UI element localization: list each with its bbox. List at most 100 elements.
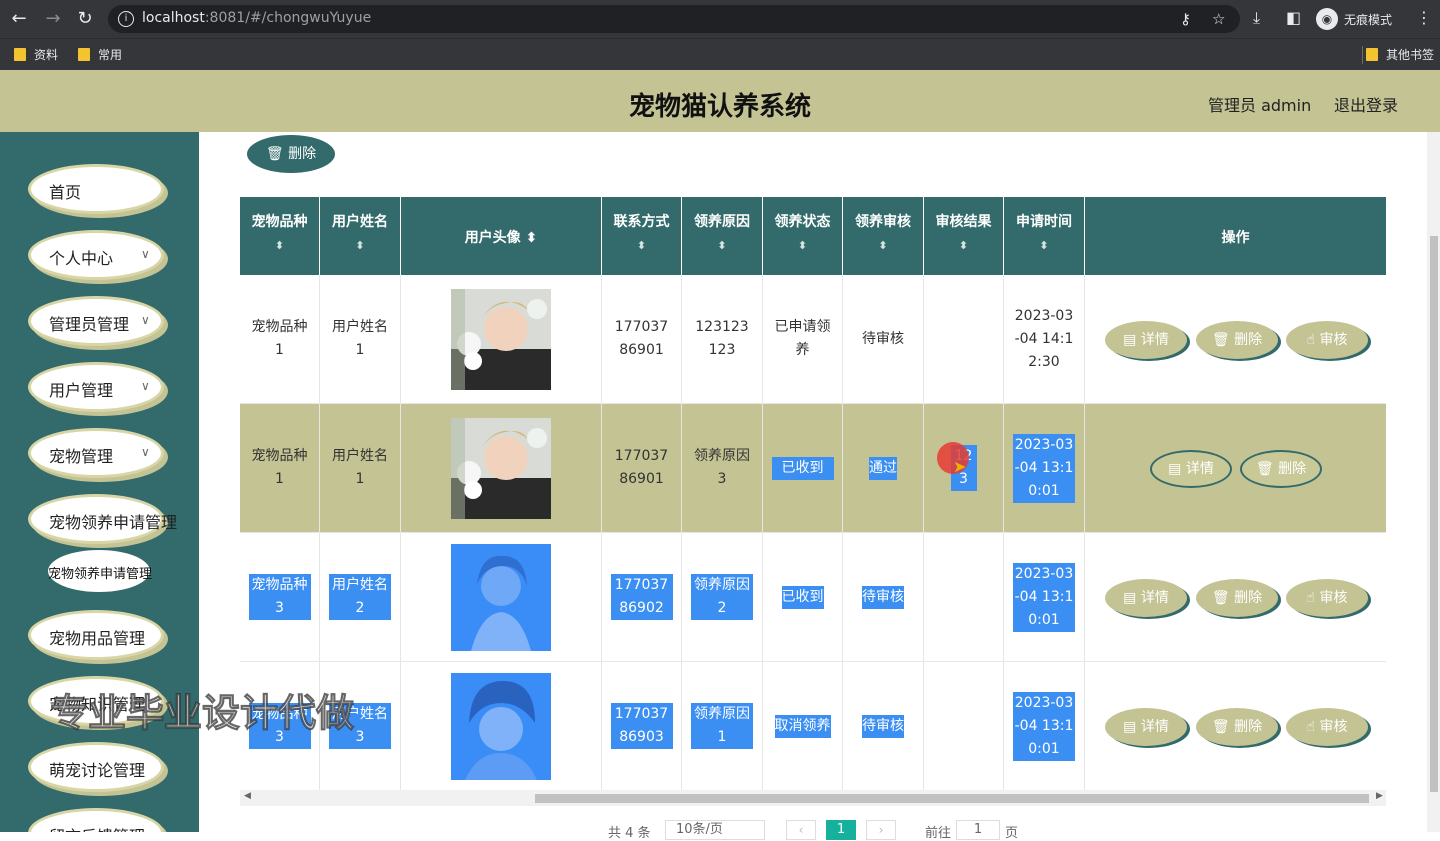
column-header: 操作	[1221, 230, 1250, 246]
table-row[interactable]: 宠物品种3 用户姓名2 17703786902 领养原因2 已收到 待审核 20…	[240, 533, 1386, 662]
cell-phone: 17703786903	[602, 662, 682, 790]
cell-status: 取消领养	[763, 662, 843, 790]
prev-page-button[interactable]: ‹	[786, 820, 816, 840]
next-page-button[interactable]: ›	[866, 820, 896, 840]
cell-name: 用户姓名1	[320, 404, 401, 532]
delete-button[interactable]: 🗑 删除	[1196, 579, 1278, 617]
cell-status: 已收到	[763, 533, 843, 661]
key-icon[interactable]: ⚷	[1180, 10, 1191, 28]
column-header[interactable]: 领养状态 ⬍	[763, 197, 843, 275]
table-row[interactable]: 宠物品种1 用户姓名1 17703786901 领养原因3 已收到 通过 123…	[240, 404, 1386, 533]
forward-icon[interactable]: →	[42, 8, 64, 30]
cell-result	[924, 662, 1004, 790]
column-header[interactable]: 联系方式 ⬍	[602, 197, 682, 275]
back-icon[interactable]: ←	[8, 8, 30, 30]
site-info-icon[interactable]: i	[118, 11, 134, 27]
cell-name: 用户姓名2	[320, 533, 401, 661]
column-header[interactable]: 审核结果 ⬍	[924, 197, 1004, 275]
document-icon: ▤	[1123, 590, 1137, 606]
sidebar-item-pets[interactable]: 宠物管理 ∨	[28, 428, 164, 478]
bookmark-folder-ziliao[interactable]: 资料	[14, 46, 58, 63]
scroll-thumb[interactable]	[535, 794, 1369, 803]
detail-button[interactable]: ▤ 详情	[1150, 450, 1232, 488]
sidebar-item-feedback[interactable]: 留言反馈管理	[28, 808, 164, 832]
user-avatar-photo[interactable]	[451, 543, 551, 651]
column-header[interactable]: 申请时间 ⬍	[1004, 197, 1085, 275]
page-vertical-scrollbar[interactable]	[1427, 132, 1440, 832]
delete-button[interactable]: 🗑 删除	[1196, 708, 1278, 746]
cell-avatar	[401, 275, 602, 403]
sidebar-item-supplies[interactable]: 宠物用品管理	[28, 610, 164, 660]
user-avatar-photo[interactable]	[451, 417, 551, 519]
sidebar-subitem-adoption-apply[interactable]: 宠物领养申请管理	[48, 550, 153, 592]
sort-icon: ⬍	[1039, 239, 1049, 252]
cell-phone: 17703786901	[602, 275, 682, 403]
detail-button[interactable]: ▤ 详情	[1105, 321, 1187, 359]
cell-breed: 宠物品种1	[240, 275, 320, 403]
trash-icon: 🗑	[265, 146, 284, 162]
delete-button[interactable]: 🗑 删除	[1196, 321, 1278, 359]
goto-page-input[interactable]: 1	[956, 820, 1000, 840]
scroll-thumb[interactable]	[1430, 236, 1438, 792]
url-text[interactable]: localhost:8081/#/chongwuYuyue	[142, 10, 371, 26]
sidepanel-icon[interactable]: ◧	[1286, 8, 1301, 27]
audit-button[interactable]: ☝ 审核	[1286, 579, 1368, 617]
cell-time: 2023-03-04 13:10:01	[1004, 662, 1085, 790]
column-header[interactable]: 领养审核 ⬍	[843, 197, 924, 275]
cell-actions: ▤ 详情 🗑 删除 ☝ 审核	[1085, 275, 1386, 403]
address-bar[interactable]: i localhost:8081/#/chongwuYuyue ⚷ ☆	[108, 5, 1240, 33]
page-size-select[interactable]: 10条/页	[665, 820, 765, 840]
table-row[interactable]: 宠物品种1 用户姓名1 17703786901 123123123 已申请领养 …	[240, 275, 1386, 404]
chevron-down-icon: ∨	[141, 313, 150, 327]
detail-button[interactable]: ▤ 详情	[1105, 708, 1187, 746]
reload-icon[interactable]: ↻	[74, 8, 96, 30]
column-header[interactable]: 宠物品种 ⬍	[240, 197, 320, 275]
menu-kebab-icon[interactable]: ⋮	[1416, 8, 1432, 27]
sidebar-item-profile[interactable]: 个人中心 ∨	[28, 230, 164, 280]
page-number-current[interactable]: 1	[826, 820, 856, 840]
sidebar-item-discussion[interactable]: 萌宠讨论管理	[28, 742, 164, 792]
sidebar-item-users[interactable]: 用户管理 ∨	[28, 362, 164, 412]
audit-button[interactable]: ☝ 审核	[1286, 321, 1368, 359]
sidebar-item-label: 留言反馈管理	[49, 823, 145, 832]
logout-link[interactable]: 退出登录	[1334, 92, 1398, 116]
column-header[interactable]: 用户头像 ⬍	[401, 197, 602, 275]
cell-name: 用户姓名1	[320, 275, 401, 403]
document-icon: ▤	[1123, 332, 1137, 348]
scroll-left-icon[interactable]: ◀	[244, 791, 251, 801]
delete-button[interactable]: 🗑 删除	[1240, 450, 1322, 488]
cell-time: 2023-03-04 13:10:01	[1004, 404, 1085, 532]
bulk-delete-button[interactable]: 🗑 删除	[247, 135, 335, 173]
table-horizontal-scrollbar[interactable]: ◀ ▶	[240, 790, 1386, 806]
sidebar-item-label: 个人中心	[49, 249, 114, 268]
cell-avatar	[401, 662, 602, 790]
user-avatar-photo[interactable]	[451, 288, 551, 390]
sidebar-item-home[interactable]: 首页	[28, 164, 164, 214]
download-icon[interactable]: ⤓	[1253, 8, 1260, 28]
sidebar-item-label: 宠物领养申请管理	[48, 567, 153, 582]
cell-result	[924, 533, 1004, 661]
column-header[interactable]: 领养原因 ⬍	[682, 197, 763, 275]
bookmark-folder-changyong[interactable]: 常用	[78, 46, 122, 63]
cell-breed: 宠物品种1	[240, 404, 320, 532]
sort-icon: ⬍	[717, 239, 727, 252]
cell-reason: 123123123	[682, 275, 763, 403]
user-avatar-photo[interactable]	[451, 672, 551, 780]
audit-button[interactable]: ☝ 审核	[1286, 708, 1368, 746]
current-user: 管理员 admin	[1208, 96, 1312, 115]
folder-icon	[78, 48, 90, 61]
sidebar-item-label: 管理员管理	[49, 315, 130, 334]
sidebar-item-adoption-apply[interactable]: 宠物领养申请管理	[28, 494, 177, 544]
table-row[interactable]: 宠物品种3 用户姓名3 17703786903 领养原因1 取消领养 待审核 2…	[240, 662, 1386, 791]
scroll-right-icon[interactable]: ▶	[1376, 791, 1383, 801]
mouse-cursor-icon: ➤	[953, 457, 967, 476]
bookmark-folder-other[interactable]: 其他书签	[1366, 46, 1434, 63]
bookmark-star-icon[interactable]: ☆	[1212, 10, 1225, 28]
trash-icon: 🗑	[1255, 461, 1274, 477]
sidebar-item-admins[interactable]: 管理员管理 ∨	[28, 296, 164, 346]
cell-time: 2023-03-04 14:12:30	[1004, 275, 1085, 403]
trash-icon: 🗑	[1211, 719, 1230, 735]
cell-review: 待审核	[843, 533, 924, 661]
detail-button[interactable]: ▤ 详情	[1105, 579, 1187, 617]
column-header[interactable]: 用户姓名 ⬍	[320, 197, 401, 275]
